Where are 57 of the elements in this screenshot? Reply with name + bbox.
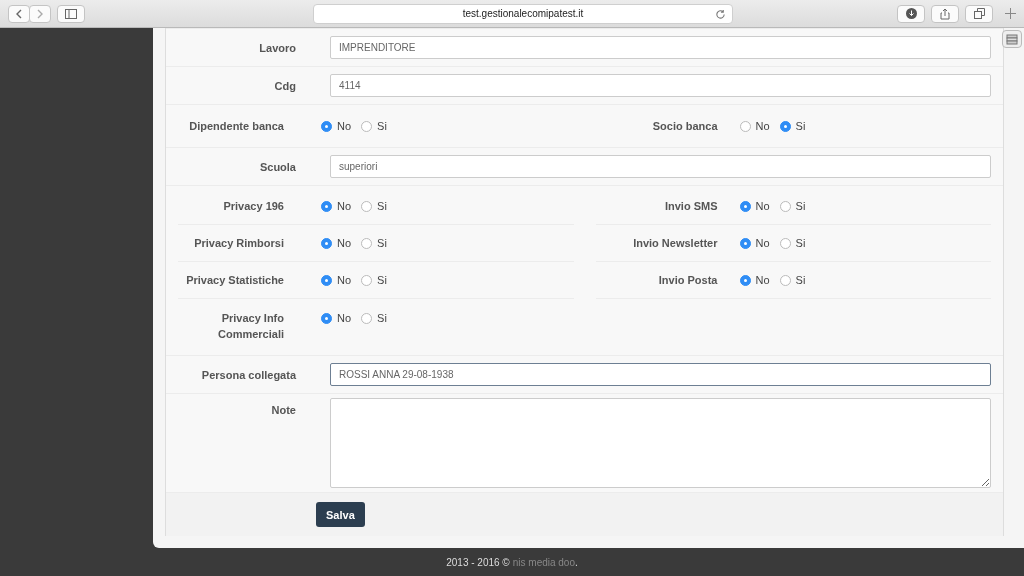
- back-button[interactable]: [8, 4, 30, 23]
- field-label: Cdg: [273, 78, 296, 94]
- radio-option[interactable]: No: [321, 312, 352, 324]
- text-field[interactable]: superiori: [330, 155, 991, 178]
- save-button[interactable]: Salva: [316, 502, 365, 527]
- download-button[interactable]: [897, 4, 925, 23]
- field-label: Note: [270, 403, 296, 418]
- download-icon: [905, 8, 917, 19]
- footer-period: .: [575, 556, 578, 568]
- tabs-button[interactable]: [965, 4, 993, 23]
- extension-button[interactable]: [1002, 30, 1022, 48]
- field-label: Privacy Rimborsi: [193, 236, 284, 251]
- field-label: Dipendente banca: [188, 119, 284, 134]
- field-label: Invio SMS: [663, 199, 718, 214]
- radio-option[interactable]: No: [739, 274, 770, 286]
- note-area[interactable]: [330, 398, 991, 488]
- text-field[interactable]: ROSSI ANNA 29-08-1938: [330, 363, 991, 386]
- field-label: Privacy 196: [222, 199, 284, 214]
- tabs-icon: [973, 8, 985, 19]
- radio-option[interactable]: No: [321, 237, 352, 249]
- radio-option[interactable]: Si: [361, 312, 387, 324]
- field-label: Scuola: [258, 159, 296, 175]
- radio-option[interactable]: Si: [361, 274, 387, 286]
- address-bar[interactable]: test.gestionalecomipatest.it: [313, 3, 733, 24]
- text-field[interactable]: IMPRENDITORE: [330, 36, 991, 59]
- radio-option[interactable]: Si: [361, 200, 387, 212]
- sidebar-button[interactable]: [57, 4, 85, 23]
- radio-option[interactable]: No: [321, 200, 352, 212]
- radio-option[interactable]: No: [739, 120, 770, 132]
- share-icon: [940, 7, 950, 20]
- text-field[interactable]: 4114: [330, 74, 991, 97]
- radio-option[interactable]: Si: [779, 120, 806, 132]
- copyright-text: 2013 - 2016 ©: [446, 556, 510, 568]
- radio-option[interactable]: Si: [779, 274, 806, 286]
- radio-option[interactable]: No: [321, 274, 352, 286]
- field-label: Privacy Info Commerciali: [216, 311, 284, 342]
- forward-button[interactable]: [29, 4, 51, 23]
- radio-option[interactable]: No: [739, 200, 770, 212]
- radio-option[interactable]: No: [739, 237, 770, 249]
- field-label: Privacy Statistiche: [185, 273, 284, 288]
- stack-icon: [1006, 33, 1018, 45]
- field-label: Lavoro: [258, 40, 296, 56]
- field-label: Invio Newsletter: [632, 236, 718, 251]
- reload-icon: [715, 8, 726, 20]
- share-button[interactable]: [931, 4, 959, 23]
- radio-option[interactable]: No: [321, 120, 352, 132]
- sidebar-icon: [65, 8, 77, 19]
- field-label: Socio banca: [651, 119, 718, 134]
- radio-option[interactable]: Si: [779, 200, 806, 212]
- field-label: Persona collegata: [200, 367, 296, 383]
- radio-option[interactable]: Si: [361, 237, 387, 249]
- plus-icon[interactable]: [1005, 8, 1016, 19]
- field-label: Invio Posta: [657, 273, 718, 288]
- chevron-right-icon: [36, 8, 44, 19]
- radio-option[interactable]: Si: [361, 120, 387, 132]
- radio-option[interactable]: Si: [779, 237, 806, 249]
- chevron-left-icon: [15, 8, 23, 19]
